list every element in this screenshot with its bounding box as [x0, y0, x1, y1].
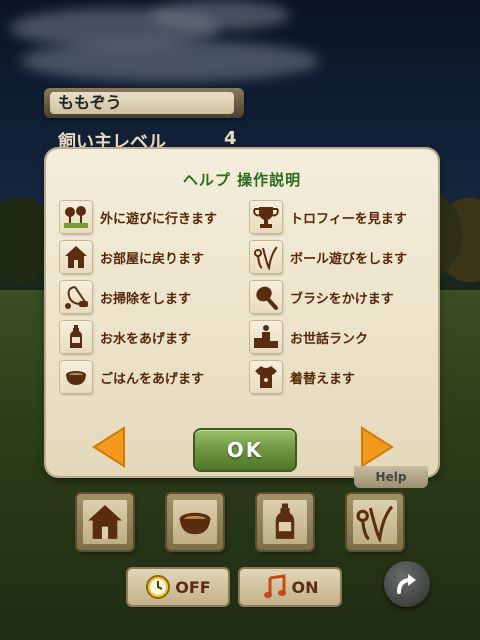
help-label: お世話ランク: [290, 331, 369, 347]
cloud: [150, 0, 290, 30]
help-label: 着替えます: [290, 371, 356, 387]
clock-toggle[interactable]: OFF: [128, 569, 228, 605]
help-label: お水をあげます: [100, 331, 192, 347]
return-button[interactable]: [384, 561, 430, 607]
trees-icon: [60, 201, 92, 233]
help-tab[interactable]: Help: [354, 466, 428, 488]
music-toggle[interactable]: ON: [240, 569, 340, 605]
help-item-clean: お掃除をします: [60, 281, 191, 313]
owner-level-value: 4: [224, 128, 237, 149]
cloud: [20, 40, 320, 82]
pet-name: ももぞう: [50, 92, 234, 114]
help-item-feed: ごはんをあげます: [60, 361, 204, 393]
trophy-icon: [250, 201, 282, 233]
ball-play-icon: [250, 241, 282, 273]
clothes-icon: [250, 361, 282, 393]
arrow-left-icon: [92, 426, 125, 468]
dialog-title: ヘルプ 操作説明: [182, 171, 302, 189]
help-item-water: お水をあげます: [60, 321, 191, 353]
house-icon: [60, 241, 92, 273]
house-icon: [88, 505, 122, 539]
prev-page-arrow[interactable]: [90, 426, 130, 468]
curved-arrow-icon: [397, 574, 416, 594]
music-note-icon: [263, 574, 286, 598]
help-label: トロフィーを見ます: [290, 211, 407, 227]
water-bottle-icon: [60, 321, 92, 353]
help-item-ball-play: ボール遊びをします: [250, 241, 407, 273]
food-bowl-icon: [60, 361, 92, 393]
help-item-go-room: お部屋に戻ります: [60, 241, 204, 273]
help-item-care-rank: お世話ランク: [250, 321, 368, 353]
ball-play-icon: [356, 505, 394, 542]
help-item-dress-up: 着替えます: [250, 361, 355, 393]
water-button[interactable]: [257, 494, 313, 550]
room-button[interactable]: [77, 494, 133, 550]
help-dialog: ヘルプ 操作説明 外に遊びに行きます トロフィーを見ます お部屋に戻ります ボー…: [46, 149, 438, 476]
help-item-brush: ブラシをかけます: [250, 281, 394, 313]
arrow-right-icon: [361, 426, 394, 468]
music-toggle-state: ON: [291, 577, 319, 597]
help-label: ブラシをかけます: [290, 291, 394, 307]
help-label: 外に遊びに行きます: [100, 211, 218, 227]
podium-icon: [250, 321, 282, 353]
help-label: ごはんをあげます: [100, 371, 205, 387]
food-button[interactable]: [167, 494, 223, 550]
ball-play-button[interactable]: [347, 494, 403, 550]
help-label: ボール遊びをします: [290, 251, 408, 267]
help-item-trophy: トロフィーを見ます: [250, 201, 407, 233]
next-page-arrow[interactable]: [356, 426, 396, 468]
clock-toggle-state: OFF: [175, 577, 211, 597]
help-label: お部屋に戻ります: [100, 251, 205, 267]
ok-button[interactable]: OK: [195, 430, 295, 470]
water-bottle-icon: [275, 503, 295, 539]
food-bowl-icon: [179, 512, 211, 535]
help-label: お掃除をします: [100, 291, 192, 307]
help-item-go-outside: 外に遊びに行きます: [60, 201, 217, 233]
pet-name-bar[interactable]: ももぞう: [44, 88, 244, 118]
brush-icon: [250, 281, 282, 313]
clock-icon: [146, 575, 171, 599]
vacuum-icon: [60, 281, 92, 313]
